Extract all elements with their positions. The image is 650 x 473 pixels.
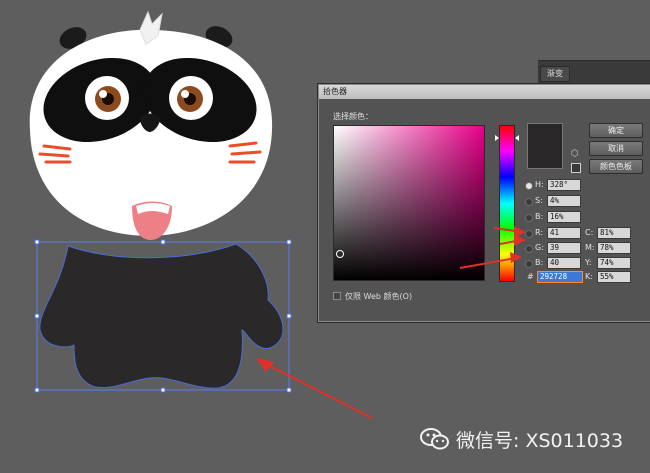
dialog-title: 拾色器 xyxy=(319,85,650,99)
b-label: B: xyxy=(535,212,544,221)
wechat-icon xyxy=(420,428,449,450)
m-row: M: 78% xyxy=(585,242,645,254)
cancel-button[interactable]: 取消 xyxy=(589,141,643,156)
color-picker-marker[interactable] xyxy=(336,250,344,258)
y-field[interactable]: 74% xyxy=(597,257,631,269)
blue-radio[interactable] xyxy=(525,260,533,268)
saturation-brightness-field[interactable] xyxy=(333,125,485,281)
m-label: M: xyxy=(585,243,595,252)
web-only-checkbox[interactable]: 仅限 Web 颜色(O) xyxy=(333,291,412,302)
gradient-tab-label: 渐变 xyxy=(547,69,563,78)
s-row: S: 4% xyxy=(525,195,585,207)
blue-label: B: xyxy=(535,258,544,267)
c-label: C: xyxy=(585,228,594,237)
hex-row: # 292728 xyxy=(525,271,585,283)
h-radio[interactable] xyxy=(525,182,533,190)
hue-slider-left-handle[interactable] xyxy=(495,135,499,141)
s-label: S: xyxy=(535,196,543,205)
c-row: C: 81% xyxy=(585,227,645,239)
hex-field[interactable]: 292728 xyxy=(537,271,583,283)
h-field[interactable]: 328° xyxy=(547,179,581,191)
gradient-panel-tab[interactable]: 渐变 xyxy=(540,66,570,82)
select-color-label: 选择颜色： xyxy=(333,112,373,121)
h-row: H: 328° xyxy=(525,179,585,191)
y-label: Y: xyxy=(585,258,592,267)
s-radio[interactable] xyxy=(525,198,533,206)
c-field[interactable]: 81% xyxy=(597,227,631,239)
color-picker-dialog: 拾色器 选择颜色： ⬡ 确定 取消 颜色色板 H: 328° S: 4% B: … xyxy=(318,84,650,322)
current-color-swatch xyxy=(527,123,563,169)
b-field[interactable]: 16% xyxy=(547,211,581,223)
hue-slider-right-handle[interactable] xyxy=(515,135,519,141)
web-safe-square-icon[interactable] xyxy=(571,163,581,173)
panda-body xyxy=(39,243,284,389)
annotation-arrow xyxy=(256,358,373,419)
wechat-watermark: 微信号: XS011033 xyxy=(420,426,623,452)
b-radio[interactable] xyxy=(525,214,533,222)
panda-head xyxy=(29,10,273,240)
watermark-text: 微信号: XS011033 xyxy=(456,429,624,452)
h-label: H: xyxy=(535,180,544,189)
color-swatches-button[interactable]: 颜色色板 xyxy=(589,159,643,174)
checkbox-box[interactable] xyxy=(333,292,341,300)
b-row: B: 16% xyxy=(525,211,585,223)
g-field[interactable]: 39 xyxy=(547,242,581,254)
s-field[interactable]: 4% xyxy=(547,195,581,207)
m-field[interactable]: 78% xyxy=(597,242,631,254)
r-row: R: 41 xyxy=(525,227,585,239)
y-row: Y: 74% xyxy=(585,257,645,269)
cube-icon[interactable]: ⬡ xyxy=(571,149,581,159)
web-only-label: 仅限 Web 颜色(O) xyxy=(345,292,413,301)
hue-slider[interactable] xyxy=(499,125,515,282)
g-radio[interactable] xyxy=(525,245,533,253)
r-label: R: xyxy=(535,228,544,237)
k-row: K: 55% xyxy=(585,271,645,283)
hex-label: # xyxy=(527,272,534,281)
g-row: G: 39 xyxy=(525,242,585,254)
blue-field[interactable]: 40 xyxy=(547,257,581,269)
k-field[interactable]: 55% xyxy=(597,271,631,283)
r-radio[interactable] xyxy=(525,230,533,238)
g-label: G: xyxy=(535,243,544,252)
k-label: K: xyxy=(585,272,593,281)
blue-row: B: 40 xyxy=(525,257,585,269)
r-field[interactable]: 41 xyxy=(547,227,581,239)
ok-button[interactable]: 确定 xyxy=(589,123,643,138)
